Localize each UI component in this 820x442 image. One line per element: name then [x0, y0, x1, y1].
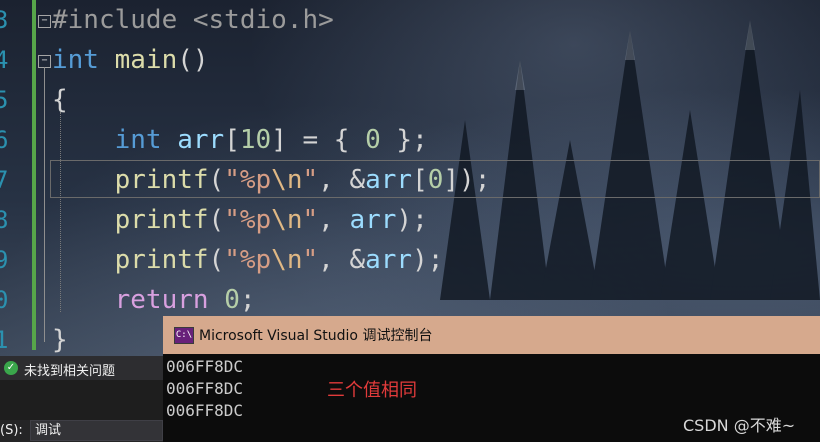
code-line[interactable]: printf("%p\n", arr); — [52, 200, 428, 240]
line-number: 5 — [0, 86, 9, 114]
code-token: () — [177, 45, 209, 75]
output-pane-area — [0, 380, 163, 420]
annotation-text: 三个值相同 — [327, 380, 417, 401]
code-token: ]); — [443, 165, 491, 195]
code-token: "%p — [224, 205, 272, 235]
code-token: ); — [412, 245, 444, 275]
debug-console-window[interactable]: C:\ Microsoft Visual Studio 调试控制台 006FF8… — [163, 316, 820, 442]
code-token: ); — [396, 205, 428, 235]
line-number: 7 — [0, 166, 9, 194]
code-token: arr — [177, 125, 225, 155]
code-token: arr — [365, 165, 413, 195]
code-line[interactable]: return 0; — [52, 280, 256, 320]
watermark: CSDN @不难~ — [683, 416, 796, 435]
output-source-label: (S): — [0, 423, 23, 438]
code-token: ( — [208, 205, 225, 235]
code-line[interactable]: int arr[10] = { 0 }; — [52, 120, 428, 160]
line-number: 8 — [0, 206, 9, 234]
code-token: printf — [114, 205, 209, 235]
console-output-line: 006FF8DC — [166, 379, 244, 398]
output-source-dropdown[interactable]: 调试 — [30, 420, 163, 441]
code-token: printf — [114, 165, 209, 195]
code-token: ( — [208, 245, 225, 275]
output-source-row: (S): 调试 — [0, 420, 163, 442]
code-token: } — [52, 325, 68, 355]
line-number: 4 — [0, 46, 9, 74]
error-status-bar[interactable]: ✓ 未找到相关问题 — [0, 356, 163, 380]
code-token: int — [114, 125, 162, 155]
code-token: ; — [239, 285, 256, 315]
check-circle-icon: ✓ — [4, 361, 18, 375]
code-token: \n — [271, 165, 303, 195]
code-line[interactable]: printf("%p\n", &arr); — [52, 240, 444, 280]
code-token: [ — [224, 125, 240, 155]
code-token: 0 — [365, 125, 381, 155]
code-token: [ — [412, 165, 428, 195]
code-token: , — [318, 205, 350, 235]
code-token: return — [114, 285, 209, 315]
console-output-line: 006FF8DC — [166, 401, 244, 420]
code-token: , & — [318, 165, 366, 195]
code-token: arr — [349, 205, 397, 235]
code-line[interactable]: } — [52, 320, 68, 360]
line-number-gutter: 3 4 5 6 7 8 9 0 1 — [0, 0, 36, 360]
code-token: "%p — [224, 245, 272, 275]
code-token: }; — [380, 125, 428, 155]
code-line[interactable]: #include <stdio.h> — [52, 0, 334, 40]
code-token: main — [114, 45, 178, 75]
code-line[interactable]: int main() — [52, 40, 209, 80]
code-token: arr — [365, 245, 413, 275]
status-message: 未找到相关问题 — [24, 364, 116, 379]
code-token: { — [52, 85, 68, 115]
console-title: Microsoft Visual Studio 调试控制台 — [199, 328, 433, 344]
code-token: int — [52, 45, 99, 75]
code-token: "%p — [224, 165, 272, 195]
collapse-icon[interactable]: − — [38, 15, 51, 28]
code-token: ] = { — [271, 125, 366, 155]
code-token: \n — [271, 245, 303, 275]
code-token: " — [302, 165, 319, 195]
code-token: 0 — [224, 285, 240, 315]
code-token: ( — [208, 165, 225, 195]
code-token: " — [302, 245, 319, 275]
line-number: 9 — [0, 246, 9, 274]
code-token: printf — [114, 245, 209, 275]
code-token: #include <stdio.h> — [52, 5, 334, 35]
code-token: \n — [271, 205, 303, 235]
console-output-line: 006FF8DC — [166, 357, 244, 376]
code-line[interactable]: { — [52, 80, 68, 120]
change-indicator-bar — [32, 0, 36, 350]
console-app-icon: C:\ — [174, 327, 194, 344]
editor-window: 345678901 − − #include <stdio.h> int main… — [0, 0, 820, 442]
code-token: , & — [318, 245, 366, 275]
code-token: 0 — [427, 165, 444, 195]
code-token: 10 — [239, 125, 272, 155]
line-number: 0 — [0, 286, 9, 314]
line-number: 1 — [0, 326, 9, 354]
background-trees-image — [440, 20, 820, 300]
line-number: 6 — [0, 126, 9, 154]
line-number: 3 — [0, 6, 9, 34]
console-title-bar[interactable]: C:\ Microsoft Visual Studio 调试控制台 — [163, 316, 820, 354]
code-token: " — [302, 205, 319, 235]
fold-guide-line — [44, 67, 45, 342]
code-line[interactable]: printf("%p\n", &arr[0]); — [52, 160, 491, 200]
